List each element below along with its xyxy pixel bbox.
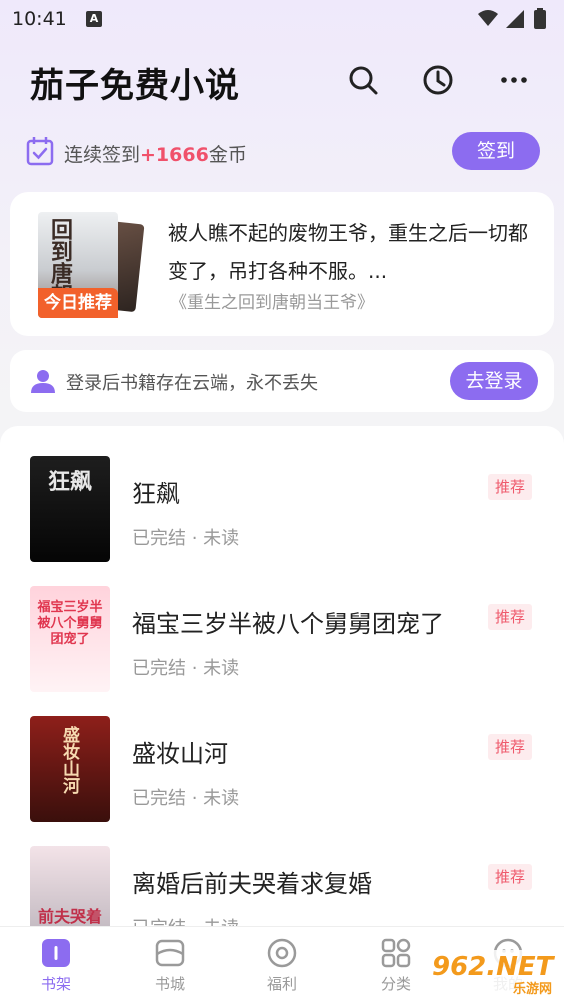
book-cover: 狂飙 bbox=[30, 456, 110, 562]
search-icon[interactable] bbox=[343, 60, 383, 100]
tab-bookstore[interactable]: 书城 bbox=[130, 937, 210, 1001]
signin-button[interactable]: 签到 bbox=[452, 132, 540, 170]
wifi-icon bbox=[478, 10, 498, 26]
login-prompt-card: 登录后书籍存在云端，永不丢失 去登录 bbox=[10, 350, 554, 412]
recommend-tag: 推荐 bbox=[488, 604, 532, 630]
user-icon bbox=[31, 370, 55, 393]
tab-label: 分类 bbox=[380, 975, 411, 993]
tab-label: 福利 bbox=[266, 975, 297, 993]
tab-label: 书城 bbox=[154, 975, 185, 993]
history-clock-icon[interactable] bbox=[418, 60, 458, 100]
book-cover: 盛妆山河 bbox=[30, 716, 110, 822]
book-cover-title: 盛妆山河 bbox=[59, 726, 79, 794]
book-title: 盛妆山河 bbox=[132, 740, 228, 768]
book-item[interactable]: 盛妆山河 盛妆山河 已完结 · 未读 推荐 bbox=[0, 686, 564, 822]
recommend-tag: 推荐 bbox=[488, 474, 532, 500]
bookshelf-list: 狂飙 狂飙 已完结 · 未读 推荐 福宝三岁半被八个舅舅团宠了 福宝三岁半被八个… bbox=[0, 426, 564, 926]
recommend-tag: 推荐 bbox=[488, 864, 532, 890]
notification-icon: A bbox=[86, 11, 102, 27]
book-cover-title: 狂飙 bbox=[47, 470, 92, 495]
book-title: 狂飙 bbox=[132, 480, 180, 508]
recommend-book-name: 《重生之回到唐朝当王爷》 bbox=[170, 293, 374, 313]
book-status: 已完结 · 未读 bbox=[132, 788, 240, 809]
signin-coin-amount: +1666 bbox=[140, 144, 209, 166]
app-title: 茄子免费小说 bbox=[30, 66, 240, 106]
calendar-check-icon bbox=[26, 137, 54, 166]
status-time: 10:41 bbox=[12, 8, 67, 30]
signin-prefix: 连续签到 bbox=[64, 144, 141, 166]
site-watermark: 962.NET 乐游网 bbox=[426, 950, 558, 1000]
today-recommend-badge: 今日推荐 bbox=[38, 288, 118, 318]
book-cover-title: 福宝三岁半被八个舅舅团宠了 bbox=[37, 600, 103, 647]
bookshelf-icon bbox=[40, 937, 72, 969]
book-title: 离婚后前夫哭着求复婚 bbox=[132, 870, 372, 898]
status-bar: 10:41 A bbox=[0, 0, 564, 38]
signin-streak-text: 连续签到+1666金币 bbox=[64, 140, 247, 167]
book-status: 已完结 · 未读 bbox=[132, 528, 240, 549]
tab-label: 书架 bbox=[40, 975, 71, 993]
book-status: 已完结 · 未读 bbox=[132, 658, 240, 679]
book-cover: 福宝三岁半被八个舅舅团宠了 bbox=[30, 586, 110, 692]
book-title: 福宝三岁半被八个舅舅团宠了 bbox=[132, 610, 444, 638]
category-icon bbox=[380, 937, 412, 969]
recommend-description: 被人瞧不起的废物王爷，重生之后一切都变了，吊打各种不服。... bbox=[168, 221, 528, 283]
watermark-subtext: 乐游网 bbox=[512, 982, 552, 997]
login-button[interactable]: 去登录 bbox=[450, 362, 538, 400]
signal-icon bbox=[506, 10, 524, 28]
battery-icon bbox=[534, 10, 546, 29]
book-item[interactable]: 福宝三岁半被八个舅舅团宠了 福宝三岁半被八个舅舅团宠了 已完结 · 未读 推荐 bbox=[0, 556, 564, 692]
bookstore-icon bbox=[154, 937, 186, 969]
signin-suffix: 金币 bbox=[208, 144, 247, 166]
more-icon[interactable] bbox=[494, 60, 534, 100]
recommend-tag: 推荐 bbox=[488, 734, 532, 760]
book-item[interactable]: 前夫哭着 离婚后前夫哭着求复婚 已完结 · 未读 推荐 bbox=[0, 816, 564, 926]
book-cover: 前夫哭着 bbox=[30, 846, 110, 926]
daily-recommend-card[interactable]: 回到唐朝 今日推荐 被人瞧不起的废物王爷，重生之后一切都变了，吊打各种不服。..… bbox=[10, 192, 554, 336]
book-cover-title: 前夫哭着 bbox=[37, 907, 102, 926]
status-icons bbox=[478, 8, 546, 29]
login-prompt-text: 登录后书籍存在云端，永不丢失 bbox=[66, 373, 318, 394]
tab-bookshelf[interactable]: 书架 bbox=[16, 937, 96, 1001]
book-status: 已完结 · 未读 bbox=[132, 914, 239, 926]
welfare-icon bbox=[266, 937, 298, 969]
signin-row: 连续签到+1666金币 签到 bbox=[26, 132, 540, 172]
tab-welfare[interactable]: 福利 bbox=[242, 937, 322, 1001]
book-item[interactable]: 狂飙 狂飙 已完结 · 未读 推荐 bbox=[0, 426, 564, 562]
tab-category[interactable]: 分类 bbox=[356, 937, 436, 1001]
